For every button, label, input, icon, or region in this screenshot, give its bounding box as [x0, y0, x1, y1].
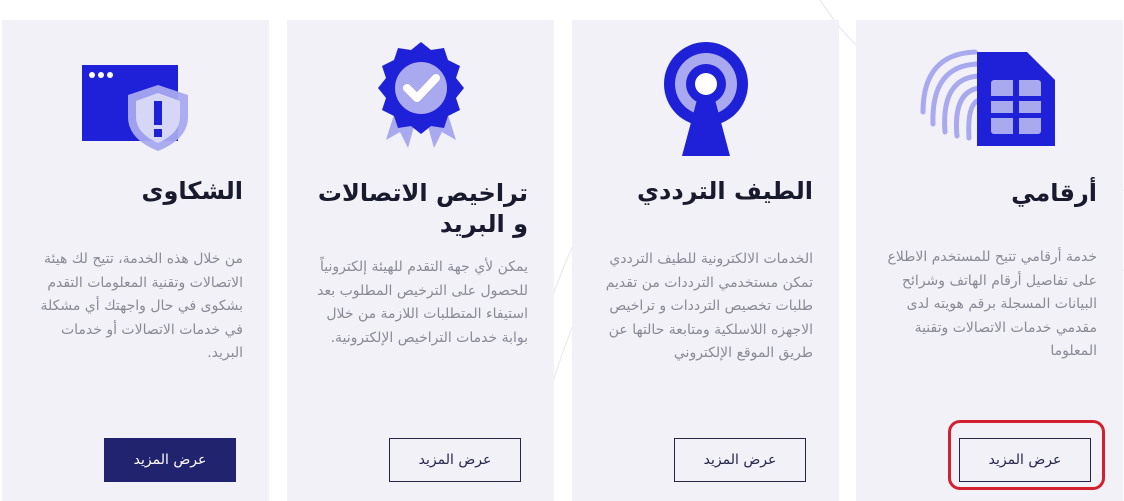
card-description: الخدمات الالكترونية للطيف الترددي تمكن م…: [605, 251, 813, 361]
view-more-button[interactable]: عرض المزيد: [104, 438, 236, 482]
window-shield-icon: [81, 65, 190, 157]
service-card-licenses: تراخيص الاتصالات و البريد يمكن لأي جهة ا…: [287, 20, 554, 501]
card-title: الشكاوى: [141, 177, 243, 205]
view-more-button[interactable]: عرض المزيد: [674, 438, 806, 482]
card-title: الطيف الترددي: [637, 177, 813, 205]
service-card-arqami: أرقامي خدمة أرقامي تتيح للمستخدم الاطلاع…: [856, 20, 1123, 501]
view-more-button[interactable]: عرض المزيد: [959, 438, 1091, 482]
card-description: خدمة أرقامي تتيح للمستخدم الاطلاع على تف…: [887, 249, 1097, 359]
service-card-complaints: الشكاوى من خلال هذه الخدمة، تتيح لك هيئة…: [2, 20, 269, 501]
card-title: أرقامي: [1011, 179, 1097, 207]
service-card-spectrum: الطيف الترددي الخدمات الالكترونية للطيف …: [572, 20, 839, 501]
card-description: يمكن لأي جهة التقدم للهيئة إلكترونياً لل…: [317, 259, 528, 346]
card-title: تراخيص الاتصالات و البريد: [317, 179, 528, 238]
badge-check-icon: [376, 40, 466, 158]
view-more-button[interactable]: عرض المزيد: [389, 438, 521, 482]
card-description: من خلال هذه الخدمة، تتيح لك هيئة الاتصال…: [40, 251, 243, 361]
sim-fingerprint-icon: [919, 42, 1061, 154]
antenna-icon: [658, 42, 754, 162]
